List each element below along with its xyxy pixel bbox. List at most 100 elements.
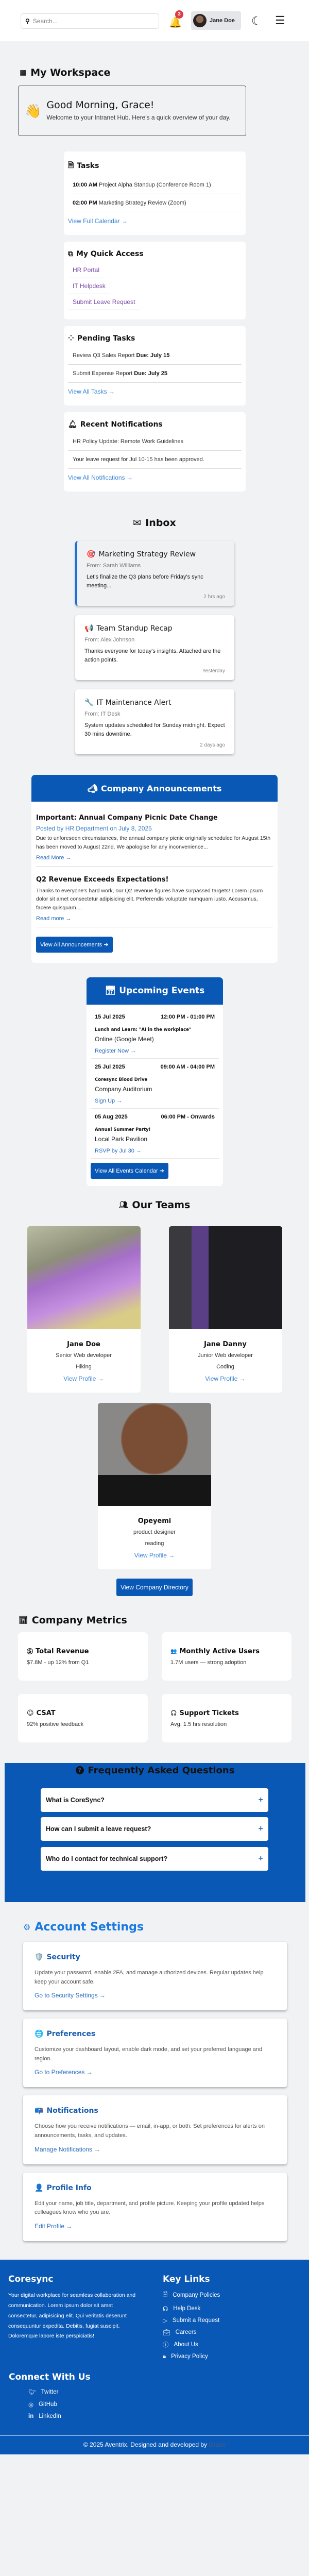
event-item: 25 Jul 2025 09:00 AM - 04:00 PM Coresync B… xyxy=(91,1059,219,1109)
read-more-link[interactable]: Read more → xyxy=(36,916,71,922)
key-links-title: Key Links xyxy=(163,2274,210,2284)
document-icon: 🗎 xyxy=(68,161,74,170)
quick-link-leave-request[interactable]: Submit Leave Request xyxy=(68,294,140,310)
question-circle-icon: ? xyxy=(75,1766,84,1775)
footer-link-about[interactable]: ⓘ About Us xyxy=(163,2341,220,2349)
github-link[interactable]: ◎ GitHub xyxy=(28,2401,61,2408)
inbox-message[interactable]: 🎯 Marketing Strategy Review From: Sarah W… xyxy=(75,541,234,606)
section-title-settings: ⚙ Account Settings xyxy=(23,1920,144,1934)
smile-icon: ☺ xyxy=(27,1709,34,1717)
settings-card: 🛡️ Security Update your password, enable 2… xyxy=(23,1941,287,2011)
waving-hand-icon: 👋 xyxy=(25,103,42,118)
hamburger-menu-icon[interactable]: ☰ xyxy=(275,14,285,27)
announcement-title: Q2 Revenue Exceeds Expectations! xyxy=(36,875,169,884)
avatar xyxy=(193,14,207,27)
team-member-photo xyxy=(168,1226,282,1329)
mail-icon: ✉ xyxy=(133,517,142,529)
search-placeholder: Search... xyxy=(32,18,58,25)
loader-icon: ⁘ xyxy=(68,334,74,343)
read-more-link[interactable]: Read More → xyxy=(36,855,71,861)
settings-card: 🌐 Preferences Customize your dashboard lay… xyxy=(23,2019,287,2088)
megaphone-icon: 📢 xyxy=(84,624,94,633)
sign-up-link[interactable]: Sign Up → xyxy=(95,1098,122,1104)
moon-icon[interactable]: ☾ xyxy=(251,14,262,28)
view-all-notifications-link[interactable]: View All Notifications → xyxy=(68,474,133,481)
pending-task-item: Review Q3 Sales Report Due: July 15 xyxy=(68,347,242,365)
section-title-metrics: 📊︎ Company Metrics xyxy=(19,1614,127,1626)
twitter-link[interactable]: 🐦︎ Twitter xyxy=(28,2388,61,2396)
section-title-teams: 👥︎ Our Teams xyxy=(118,1199,191,1211)
users-icon: 👥︎ xyxy=(118,1200,128,1209)
faq-section: ? Frequently Asked Questions What is Core… xyxy=(5,1762,305,1902)
greeting-title: Good Morning, Grace! xyxy=(46,99,154,111)
linkedin-link[interactable]: in LinkedIn xyxy=(28,2413,61,2419)
author-link[interactable]: Grace xyxy=(209,2441,226,2448)
view-all-tasks-link[interactable]: View All Tasks → xyxy=(68,388,115,395)
headset-icon: ☊ xyxy=(163,2306,168,2312)
quick-link-it-helpdesk[interactable]: IT Helpdesk xyxy=(68,278,110,294)
rsvp-link[interactable]: RSVP by Jul 30 → xyxy=(95,1148,142,1154)
footer-brand: Coresync xyxy=(8,2274,54,2284)
footer-divider xyxy=(0,2434,309,2436)
manage-notifications-link[interactable]: Manage Notifications → xyxy=(35,2146,100,2153)
view-profile-link[interactable]: View Profile → xyxy=(205,1375,245,1393)
gear-icon: ⚙ xyxy=(23,1922,31,1932)
quick-link-hr-portal[interactable]: HR Portal xyxy=(68,262,105,278)
mailbox-icon: 📪 xyxy=(35,2107,44,2115)
section-title-inbox: ✉ Inbox xyxy=(133,517,176,529)
footer-link-privacy[interactable]: 🔒︎ Privacy Policy xyxy=(163,2353,220,2360)
bar-chart-icon: 📊︎ xyxy=(19,1616,28,1624)
lock-icon: 🔒︎ xyxy=(163,2353,166,2360)
security-settings-link[interactable]: Go to Security Settings → xyxy=(35,1992,106,1999)
faq-item[interactable]: Who do I contact for technical support? + xyxy=(41,1846,268,1871)
send-icon: ▷ xyxy=(163,2317,167,2324)
top-header: ⚲ Search... 🔔 3 Jane Doe ☾ ☰ xyxy=(0,0,309,41)
announcement-meta: Posted by HR Department on July 8, 2025 xyxy=(36,825,152,832)
view-profile-link[interactable]: View Profile → xyxy=(63,1375,104,1393)
inbox-message[interactable]: 🔧 IT Maintenance Alert From: IT Desk Syste… xyxy=(75,689,234,754)
metric-card: ☺ CSAT 92% positive feedback xyxy=(18,1693,148,1742)
twitter-icon: 🐦︎ xyxy=(28,2389,36,2396)
preferences-link[interactable]: Go to Preferences → xyxy=(35,2069,93,2076)
metric-card: $ Total Revenue $7.8M - up 12% from Q1 xyxy=(18,1632,148,1681)
plus-icon: + xyxy=(258,1824,263,1833)
view-company-directory-button[interactable]: View Company Directory xyxy=(116,1578,193,1596)
wrench-icon: 🔧 xyxy=(84,699,94,707)
metric-card: 🎧 Support Tickets Avg. 1.5 hrs resolution xyxy=(162,1693,291,1742)
edit-profile-link[interactable]: Edit Profile → xyxy=(35,2223,72,2230)
github-icon: ◎ xyxy=(28,2401,34,2408)
footer-link-policies[interactable]: 🗎 Company Policies xyxy=(163,2291,220,2300)
announcements-card: 📣︎ Company Announcements Important: Annua… xyxy=(31,775,278,963)
task-item: 02:00 PM Marketing Strategy Review (Zoom… xyxy=(68,194,242,212)
register-link[interactable]: Register Now → xyxy=(95,1048,136,1054)
view-all-events-button[interactable]: View All Events Calendar ➔ xyxy=(91,1162,168,1179)
bell-outline-icon: 🔔︎ xyxy=(68,420,77,429)
footer-link-careers[interactable]: 💼︎ Careers xyxy=(163,2329,220,2336)
faq-item[interactable]: How can I submit a leave request? + xyxy=(41,1817,268,1841)
faq-item[interactable]: What is CoreSync? + xyxy=(41,1788,268,1812)
globe-icon: 🌐 xyxy=(35,2030,44,2039)
search-input[interactable]: ⚲ Search... xyxy=(21,13,159,29)
copyright: © 2025 Aventrix. Designed and developed … xyxy=(83,2441,226,2448)
linkedin-icon: in xyxy=(28,2413,34,2419)
footer: Coresync Your digital workplace for seam… xyxy=(0,2259,309,2454)
view-all-announcements-button[interactable]: View All Announcements ➔ xyxy=(36,936,113,953)
pending-task-item: Submit Expense Report Due: July 25 xyxy=(68,365,242,383)
plus-icon: + xyxy=(258,1795,263,1804)
tasks-card: 🗎 Tasks 10:00 AM Project Alpha Standup (C… xyxy=(64,151,246,235)
document-icon: 🗎 xyxy=(163,2291,168,2298)
search-icon: ⚲ xyxy=(25,18,30,25)
view-profile-link[interactable]: View Profile → xyxy=(134,1552,175,1569)
pending-tasks-card: ⁘ Pending Tasks Review Q3 Sales Report Du… xyxy=(64,326,246,405)
inbox-message[interactable]: 📢 Team Standup Recap From: Alex Johnson Th… xyxy=(75,615,234,680)
user-menu[interactable]: Jane Doe xyxy=(191,11,241,30)
events-card: 📅︎ Upcoming Events 15 Jul 2025 12:00 PM - … xyxy=(87,977,223,1186)
announcement-body: Due to unforeseen circumstances, the ann… xyxy=(36,835,271,850)
footer-link-helpdesk[interactable]: ☊ Help Desk xyxy=(163,2305,220,2312)
view-full-calendar-link[interactable]: View Full Calendar → xyxy=(68,217,128,225)
section-title-workspace: ▦ My Workspace xyxy=(20,67,111,78)
metric-card: 👥 Monthly Active Users 1.7M users — strong… xyxy=(162,1632,291,1681)
external-link-icon: ⧉ xyxy=(68,250,73,258)
team-member-card: Jane Doe Senior Web developer Hiking View P… xyxy=(27,1226,141,1393)
footer-link-request[interactable]: ▷ Submit a Request xyxy=(163,2317,220,2324)
